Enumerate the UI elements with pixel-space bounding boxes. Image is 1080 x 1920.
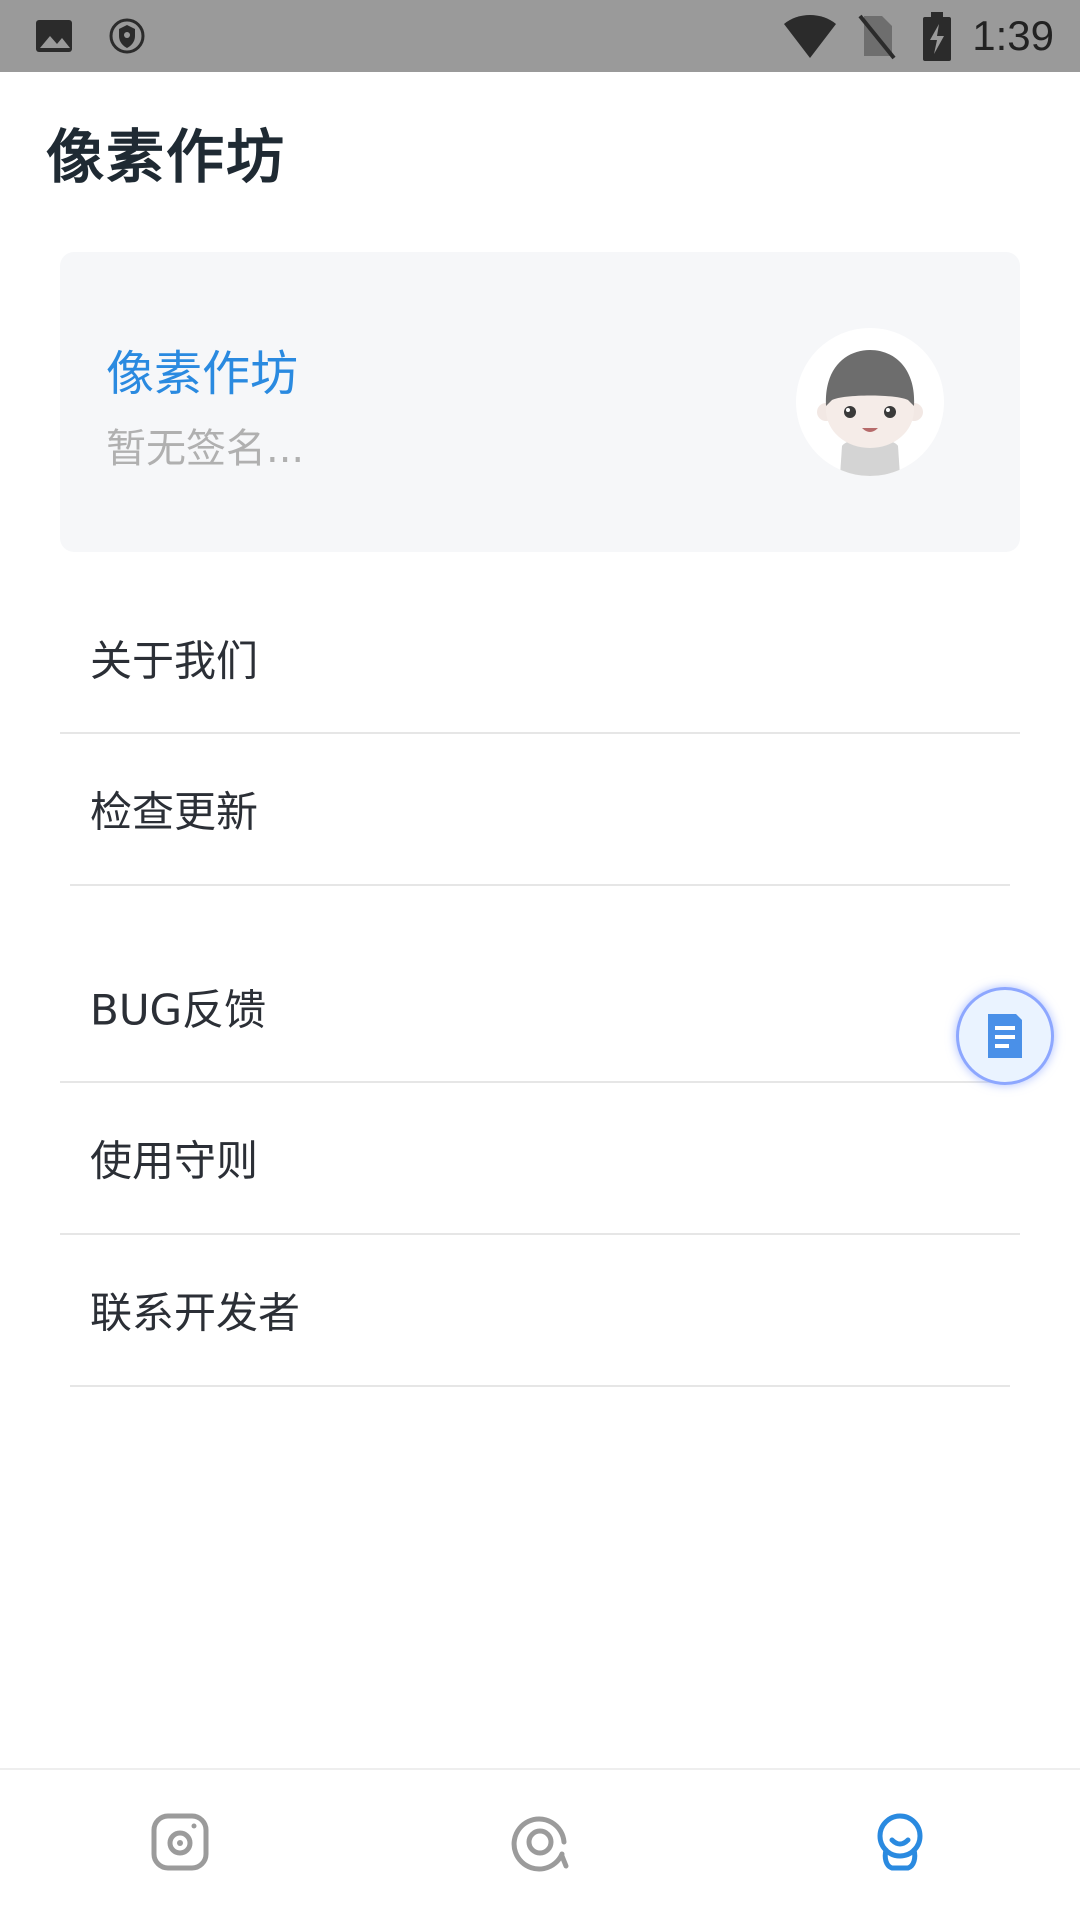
menu-item-label: 关于我们: [90, 636, 259, 686]
document-icon: [988, 1014, 1022, 1058]
menu-item-label: 使用守则: [90, 1136, 259, 1186]
no-sim-icon: [856, 12, 896, 64]
profile-name: 像素作坊: [106, 346, 299, 402]
screen: 1:39 像素作坊 像素作坊 暂无签名... 关于我们 检查更新 BUG反馈 使…: [0, 0, 1080, 1920]
menu-item-label: 检查更新: [90, 787, 259, 837]
menu-item-bug-feedback[interactable]: BUG反馈: [60, 932, 1020, 1082]
menu-item-contact-developer[interactable]: 联系开发者: [60, 1235, 1020, 1385]
profile-icon: [877, 1813, 923, 1871]
wifi-icon: [782, 12, 838, 64]
status-time: 1:39: [972, 12, 1054, 59]
status-bar: 1:39: [0, 0, 1080, 72]
tab-profile[interactable]: [720, 1770, 1080, 1920]
battery-charging-icon: [922, 12, 952, 66]
menu-item-check-update[interactable]: 检查更新: [60, 734, 1020, 884]
camera-icon: [151, 1813, 209, 1871]
divider: [70, 884, 1010, 886]
image-icon: [34, 16, 74, 60]
page-title: 像素作坊: [46, 123, 287, 191]
profile-card[interactable]: 像素作坊 暂无签名...: [60, 252, 1020, 552]
menu-item-label: 联系开发者: [90, 1288, 301, 1338]
menu-item-label: BUG反馈: [90, 985, 267, 1035]
shield-icon: [108, 16, 146, 60]
discover-icon: [511, 1816, 569, 1872]
tab-camera[interactable]: [0, 1770, 360, 1920]
avatar[interactable]: [796, 328, 944, 476]
menu-item-usage-rules[interactable]: 使用守则: [60, 1083, 1020, 1233]
menu-item-about[interactable]: 关于我们: [60, 583, 1020, 733]
avatar-icon: [796, 328, 944, 476]
divider: [70, 1385, 1010, 1387]
floating-document-button[interactable]: [956, 987, 1054, 1085]
bottom-nav: [0, 1768, 1080, 1920]
tab-discover[interactable]: [360, 1770, 720, 1920]
profile-signature: 暂无签名...: [106, 426, 305, 472]
